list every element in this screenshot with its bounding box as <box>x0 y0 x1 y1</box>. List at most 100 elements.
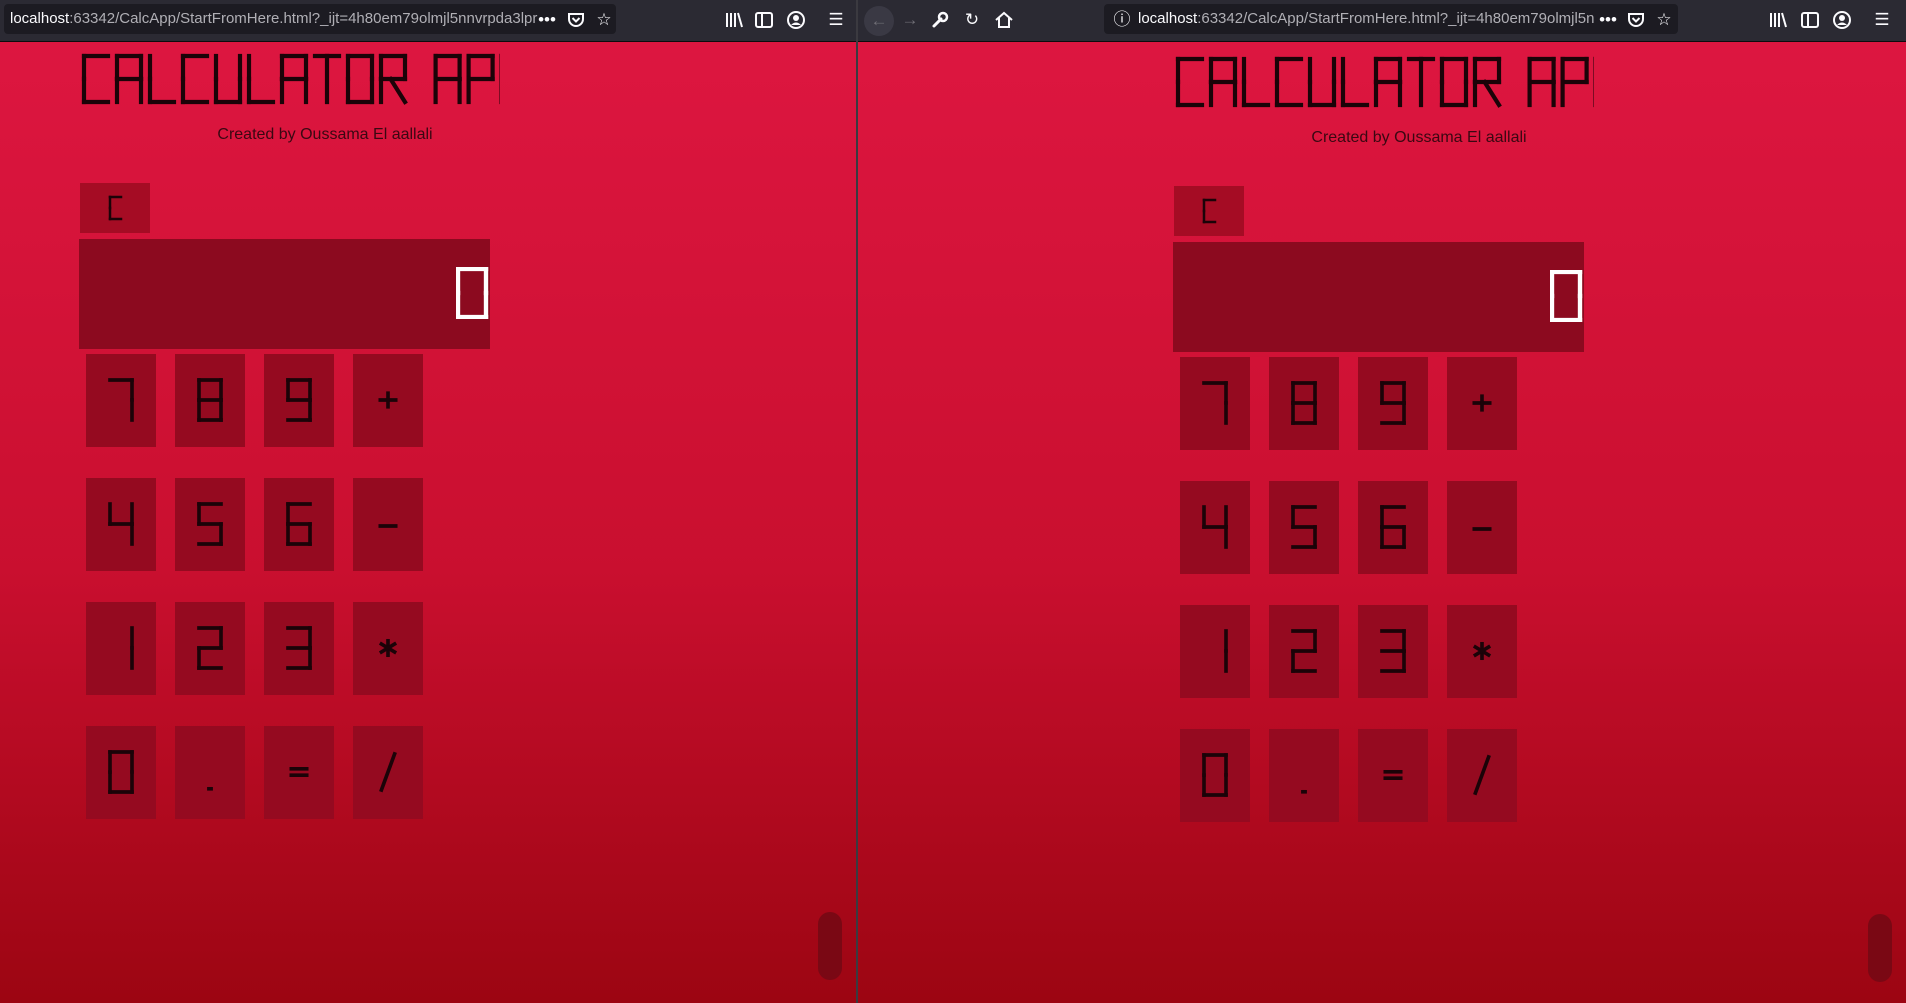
key-label <box>108 502 134 546</box>
home-icon[interactable] <box>992 8 1016 32</box>
key-9[interactable] <box>1358 357 1428 450</box>
pocket-icon[interactable] <box>564 8 588 32</box>
key-minus[interactable] <box>1447 481 1517 574</box>
url-bar[interactable]: localhost:63342/CalcApp/StartFromHere.ht… <box>4 4 616 34</box>
key-decimal[interactable] <box>1269 729 1339 822</box>
key-label <box>1202 505 1228 549</box>
key-label <box>379 751 397 793</box>
browser-toolbar: localhost:63342/CalcApp/StartFromHere.ht… <box>0 0 856 42</box>
library-icon[interactable] <box>1766 8 1790 32</box>
key-label <box>108 750 134 794</box>
key-label <box>1472 527 1492 531</box>
display-value <box>456 267 489 319</box>
scrollbar-thumb[interactable] <box>818 912 842 980</box>
key-multiply[interactable] <box>1447 605 1517 698</box>
credit-text: Created by Oussama El aallali <box>217 126 433 143</box>
browser-window-left: localhost:63342/CalcApp/StartFromHere.ht… <box>0 0 856 1003</box>
key-5[interactable] <box>1269 481 1339 574</box>
url-host: localhost <box>10 10 70 27</box>
key-label <box>1202 381 1228 425</box>
key-3[interactable] <box>1358 605 1428 698</box>
key-9[interactable] <box>264 354 334 447</box>
key-plus[interactable] <box>1447 357 1517 450</box>
reload-icon[interactable]: ↻ <box>960 8 984 32</box>
hamburger-menu-icon[interactable]: ☰ <box>824 8 848 32</box>
key-1[interactable] <box>86 602 156 695</box>
key-1[interactable] <box>1180 605 1250 698</box>
arrow-left-icon[interactable]: ← <box>864 6 894 36</box>
key-7[interactable] <box>1180 357 1250 450</box>
library-icon[interactable] <box>722 8 746 32</box>
star-icon[interactable]: ☆ <box>592 8 616 32</box>
key-divide[interactable] <box>1447 729 1517 822</box>
key-3[interactable] <box>264 602 334 695</box>
key-2[interactable] <box>1269 605 1339 698</box>
account-icon[interactable] <box>1830 8 1854 32</box>
url-bar[interactable]: localhost:63342/CalcApp/StartFromHere.ht… <box>1104 4 1678 34</box>
key-label <box>1380 381 1406 425</box>
key-label <box>108 378 134 422</box>
key-5[interactable] <box>175 478 245 571</box>
key-label <box>1291 381 1317 425</box>
key-label <box>1472 641 1492 661</box>
key-label <box>1291 505 1317 549</box>
more-icon[interactable]: ••• <box>535 8 559 32</box>
key-label <box>1472 394 1492 412</box>
page-content: Created by Oussama El aallali <box>858 42 1906 1003</box>
key-label <box>286 378 312 422</box>
key-label <box>378 524 398 528</box>
key-8[interactable] <box>1269 357 1339 450</box>
key-6[interactable] <box>1358 481 1428 574</box>
sidebar-icon[interactable] <box>752 8 776 32</box>
page-content: Created by Oussama El aallali <box>0 42 856 1003</box>
key-multiply[interactable] <box>353 602 423 695</box>
key-label <box>286 502 312 546</box>
key-label <box>1380 629 1406 673</box>
key-label <box>1301 789 1307 794</box>
key-label <box>1224 629 1228 673</box>
account-icon[interactable] <box>784 8 808 32</box>
key-0[interactable] <box>1180 729 1250 822</box>
key-4[interactable] <box>1180 481 1250 574</box>
key-4[interactable] <box>86 478 156 571</box>
key-label <box>1291 629 1317 673</box>
key-label <box>1202 753 1228 797</box>
url-path: :63342/CalcApp/StartFromHere.html?_ijt=4… <box>1197 10 1595 27</box>
key-label <box>1473 754 1491 796</box>
star-icon[interactable]: ☆ <box>1652 8 1676 32</box>
url-path: :63342/CalcApp/StartFromHere.html?_ijt=4… <box>69 10 538 27</box>
key-7[interactable] <box>86 354 156 447</box>
more-icon[interactable]: ••• <box>1596 8 1620 32</box>
key-label <box>378 638 398 658</box>
key-label <box>197 378 223 422</box>
key-equals[interactable] <box>264 726 334 819</box>
key-decimal[interactable] <box>175 726 245 819</box>
display-value <box>1550 270 1583 322</box>
sidebar-icon[interactable] <box>1798 8 1822 32</box>
clear-button[interactable] <box>80 183 150 233</box>
key-equals[interactable] <box>1358 729 1428 822</box>
browser-window-right: ← → ↻ localhost:63342/CalcApp/StartFromH… <box>858 0 1906 1003</box>
hamburger-menu-icon[interactable]: ☰ <box>1870 8 1894 32</box>
key-minus[interactable] <box>353 478 423 571</box>
scrollbar-thumb[interactable] <box>1868 914 1892 982</box>
key-label <box>378 391 398 409</box>
arrow-right-icon[interactable]: → <box>898 8 922 32</box>
key-label <box>130 626 134 670</box>
key-8[interactable] <box>175 354 245 447</box>
key-6[interactable] <box>264 478 334 571</box>
key-label <box>286 626 312 670</box>
key-label <box>1380 505 1406 549</box>
info-icon[interactable]: ⓘ <box>1110 8 1134 32</box>
page-title <box>1174 53 1594 113</box>
browser-toolbar: ← → ↻ localhost:63342/CalcApp/StartFromH… <box>858 0 1906 42</box>
key-divide[interactable] <box>353 726 423 819</box>
pocket-icon[interactable] <box>1624 8 1648 32</box>
clear-button[interactable] <box>1174 186 1244 236</box>
key-0[interactable] <box>86 726 156 819</box>
credit-text: Created by Oussama El aallali <box>1311 129 1527 146</box>
key-2[interactable] <box>175 602 245 695</box>
calculator-display <box>1173 242 1584 352</box>
wrench-icon[interactable] <box>928 8 952 32</box>
key-plus[interactable] <box>353 354 423 447</box>
